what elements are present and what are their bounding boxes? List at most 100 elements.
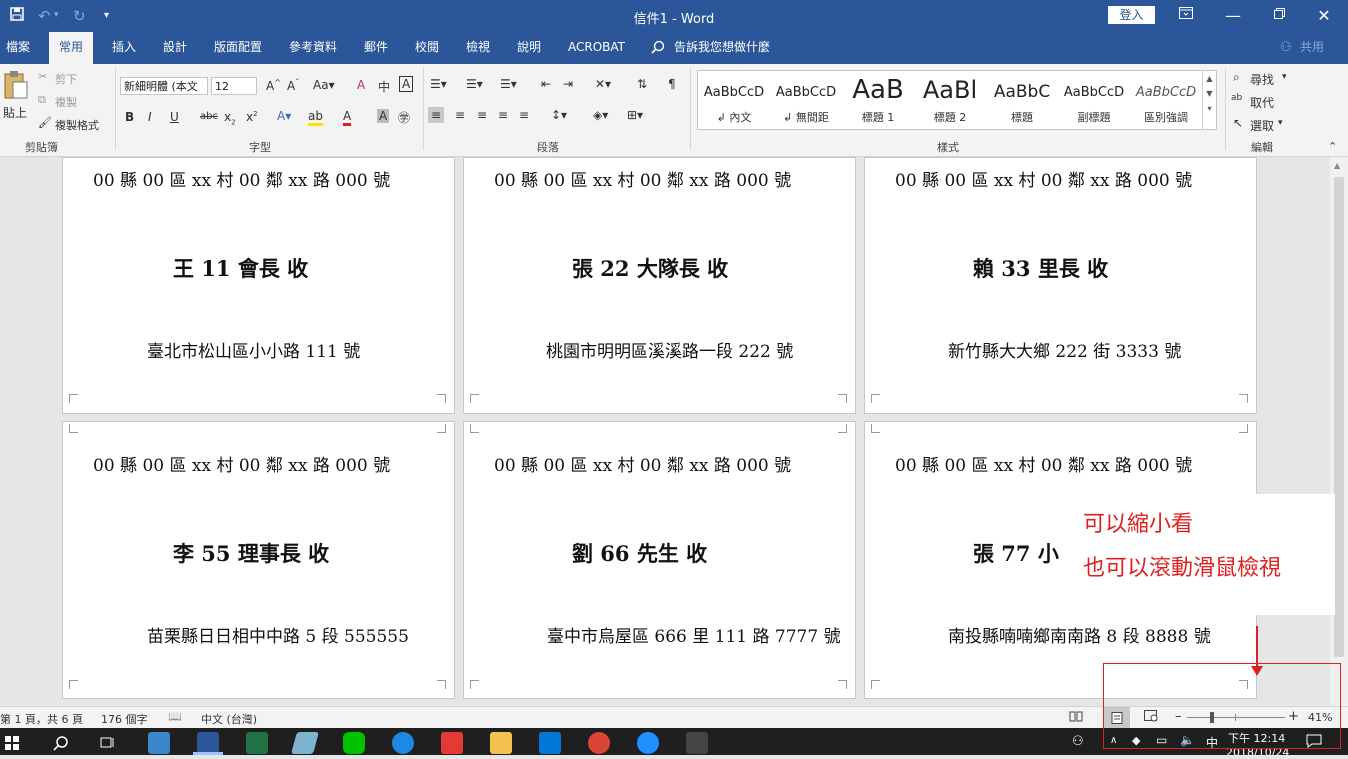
- style-subtitle[interactable]: AaBbCcD 副標題: [1058, 71, 1130, 129]
- multilevel-list-icon[interactable]: ☰▾: [500, 77, 517, 91]
- highlight-icon[interactable]: ab: [308, 109, 323, 126]
- superscript-icon[interactable]: x2: [246, 110, 258, 124]
- character-shading-icon[interactable]: A: [377, 109, 390, 123]
- style-no-spacing[interactable]: AaBbCcD ↲ 無間距: [770, 71, 842, 129]
- underline-icon[interactable]: U: [170, 110, 179, 124]
- file-explorer-icon[interactable]: [490, 732, 512, 754]
- style-normal[interactable]: AaBbCcD ↲ 內文: [698, 71, 770, 129]
- shrink-font-icon[interactable]: Aˇ: [287, 78, 299, 93]
- subscript-icon[interactable]: x2: [224, 110, 236, 126]
- proofing-icon[interactable]: 📖: [168, 710, 182, 723]
- word-icon[interactable]: [197, 732, 219, 754]
- photos-icon[interactable]: [686, 732, 708, 754]
- increase-indent-icon[interactable]: ⇥: [563, 77, 573, 91]
- notes-app-icon[interactable]: [291, 732, 319, 754]
- style-title[interactable]: AaBbC 標題: [986, 71, 1058, 129]
- find-button[interactable]: 尋找: [1250, 71, 1274, 88]
- find-icon[interactable]: ⌕: [1233, 70, 1240, 85]
- cut-icon[interactable]: ✂: [38, 70, 47, 83]
- show-formatting-icon[interactable]: ¶: [668, 77, 676, 91]
- tab-acrobat[interactable]: ACROBAT: [564, 32, 629, 64]
- share-icon[interactable]: ⚇: [1280, 40, 1292, 55]
- copy-icon[interactable]: ⧉: [38, 93, 46, 107]
- acrobat-icon[interactable]: [441, 732, 463, 754]
- bold-icon[interactable]: B: [125, 110, 134, 124]
- asian-layout-icon[interactable]: ✕▾: [595, 77, 611, 91]
- scroll-up-icon[interactable]: ▲: [1203, 74, 1216, 83]
- vertical-scrollbar[interactable]: ▲: [1330, 157, 1348, 706]
- select-icon[interactable]: ↖: [1233, 116, 1243, 130]
- ribbon-display-icon[interactable]: [1166, 5, 1206, 27]
- sort-icon[interactable]: ⇅: [637, 77, 647, 91]
- borders-icon[interactable]: ⊞▾: [627, 108, 643, 122]
- tab-help[interactable]: 說明: [513, 32, 545, 64]
- tell-me-box[interactable]: 告訴我您想做什麼: [670, 32, 774, 64]
- line-icon[interactable]: [343, 732, 365, 754]
- tab-mailings[interactable]: 郵件: [360, 32, 392, 64]
- read-mode-icon[interactable]: [1069, 710, 1083, 725]
- phonetic-guide-icon[interactable]: 中: [378, 78, 390, 95]
- search-icon[interactable]: [651, 40, 665, 57]
- cut-button[interactable]: 剪下: [55, 71, 77, 87]
- text-effects-icon[interactable]: A▾: [277, 109, 291, 123]
- sign-in-button[interactable]: 登入: [1108, 6, 1155, 24]
- envelope-page[interactable]: 00 縣 00 區 xx 村 00 鄰 xx 路 000 號 賴 33 里長 收…: [864, 157, 1257, 414]
- align-left-icon[interactable]: ≡: [428, 107, 445, 123]
- justify-icon[interactable]: ≡: [498, 108, 508, 122]
- envelope-page[interactable]: 00 縣 00 區 xx 村 00 鄰 xx 路 000 號 張 22 大隊長 …: [463, 157, 856, 414]
- decrease-indent-icon[interactable]: ⇤: [541, 77, 551, 91]
- shading-icon[interactable]: ◈▾: [593, 108, 608, 122]
- line-spacing-icon[interactable]: ↕▾: [551, 108, 567, 122]
- clear-formatting-icon[interactable]: A: [357, 78, 365, 92]
- page-count[interactable]: 第 1 頁，共 6 頁: [0, 711, 83, 727]
- enclose-characters-icon[interactable]: A: [399, 76, 414, 92]
- font-name-combo[interactable]: 新細明體 (本文: [120, 77, 208, 95]
- align-right-icon[interactable]: ≡: [477, 108, 487, 122]
- scroll-up-arrow-icon[interactable]: ▲: [1334, 161, 1340, 170]
- bullets-icon[interactable]: ☰▾: [430, 77, 447, 91]
- restore-button[interactable]: [1259, 5, 1299, 27]
- task-view-icon[interactable]: [100, 735, 116, 754]
- paste-icon[interactable]: [3, 70, 29, 103]
- collapse-ribbon-icon[interactable]: ⌃: [1328, 140, 1337, 153]
- tab-insert[interactable]: 插入: [108, 32, 140, 64]
- search-icon[interactable]: [53, 735, 69, 754]
- refresh-app-icon[interactable]: [392, 732, 414, 754]
- more-styles-icon[interactable]: ▾: [1203, 104, 1216, 113]
- paste-button[interactable]: 貼上: [3, 104, 27, 121]
- tab-design[interactable]: 設計: [159, 32, 191, 64]
- chrome-icon[interactable]: [588, 732, 610, 754]
- style-heading-1[interactable]: AaB 標題 1: [842, 71, 914, 129]
- change-case-icon[interactable]: Aa▾: [313, 78, 335, 92]
- tab-home[interactable]: 常用: [49, 32, 93, 64]
- tab-layout[interactable]: 版面配置: [210, 32, 266, 64]
- font-size-combo[interactable]: 12: [211, 77, 257, 95]
- excel-icon[interactable]: [246, 732, 268, 754]
- font-color-icon[interactable]: A: [343, 109, 352, 126]
- grow-font-icon[interactable]: A^: [266, 78, 281, 93]
- select-dropdown-icon[interactable]: ▾: [1278, 118, 1283, 128]
- windows-start-icon[interactable]: [5, 736, 19, 753]
- internet-explorer-icon[interactable]: [637, 732, 659, 754]
- tab-references[interactable]: 參考資料: [285, 32, 341, 64]
- file-app-icon[interactable]: [148, 732, 170, 754]
- scroll-thumb[interactable]: [1334, 177, 1344, 657]
- tab-file[interactable]: 檔案: [2, 32, 34, 64]
- numbering-icon[interactable]: ☰▾: [466, 77, 483, 91]
- style-subtle-emphasis[interactable]: AaBbCcD 區別強調: [1130, 71, 1202, 129]
- tab-view[interactable]: 檢視: [462, 32, 494, 64]
- minimize-button[interactable]: —: [1213, 5, 1253, 27]
- scroll-down-icon[interactable]: ▼: [1203, 89, 1216, 98]
- replace-icon[interactable]: ab: [1231, 93, 1242, 103]
- tab-review[interactable]: 校閱: [411, 32, 443, 64]
- copy-button[interactable]: 複製: [55, 94, 77, 110]
- italic-icon[interactable]: I: [148, 110, 152, 124]
- find-dropdown-icon[interactable]: ▾: [1282, 72, 1287, 82]
- share-button[interactable]: 共用: [1296, 32, 1328, 64]
- envelope-page[interactable]: 00 縣 00 區 xx 村 00 鄰 xx 路 000 號 劉 66 先生 收…: [463, 421, 856, 699]
- envelope-page[interactable]: 00 縣 00 區 xx 村 00 鄰 xx 路 000 號 李 55 理事長 …: [62, 421, 455, 699]
- people-icon[interactable]: ⚇: [1072, 734, 1084, 749]
- distributed-icon[interactable]: ≡: [519, 108, 529, 122]
- language-indicator[interactable]: 中文 (台灣): [201, 711, 257, 727]
- style-heading-2[interactable]: AaBl 標題 2: [914, 71, 986, 129]
